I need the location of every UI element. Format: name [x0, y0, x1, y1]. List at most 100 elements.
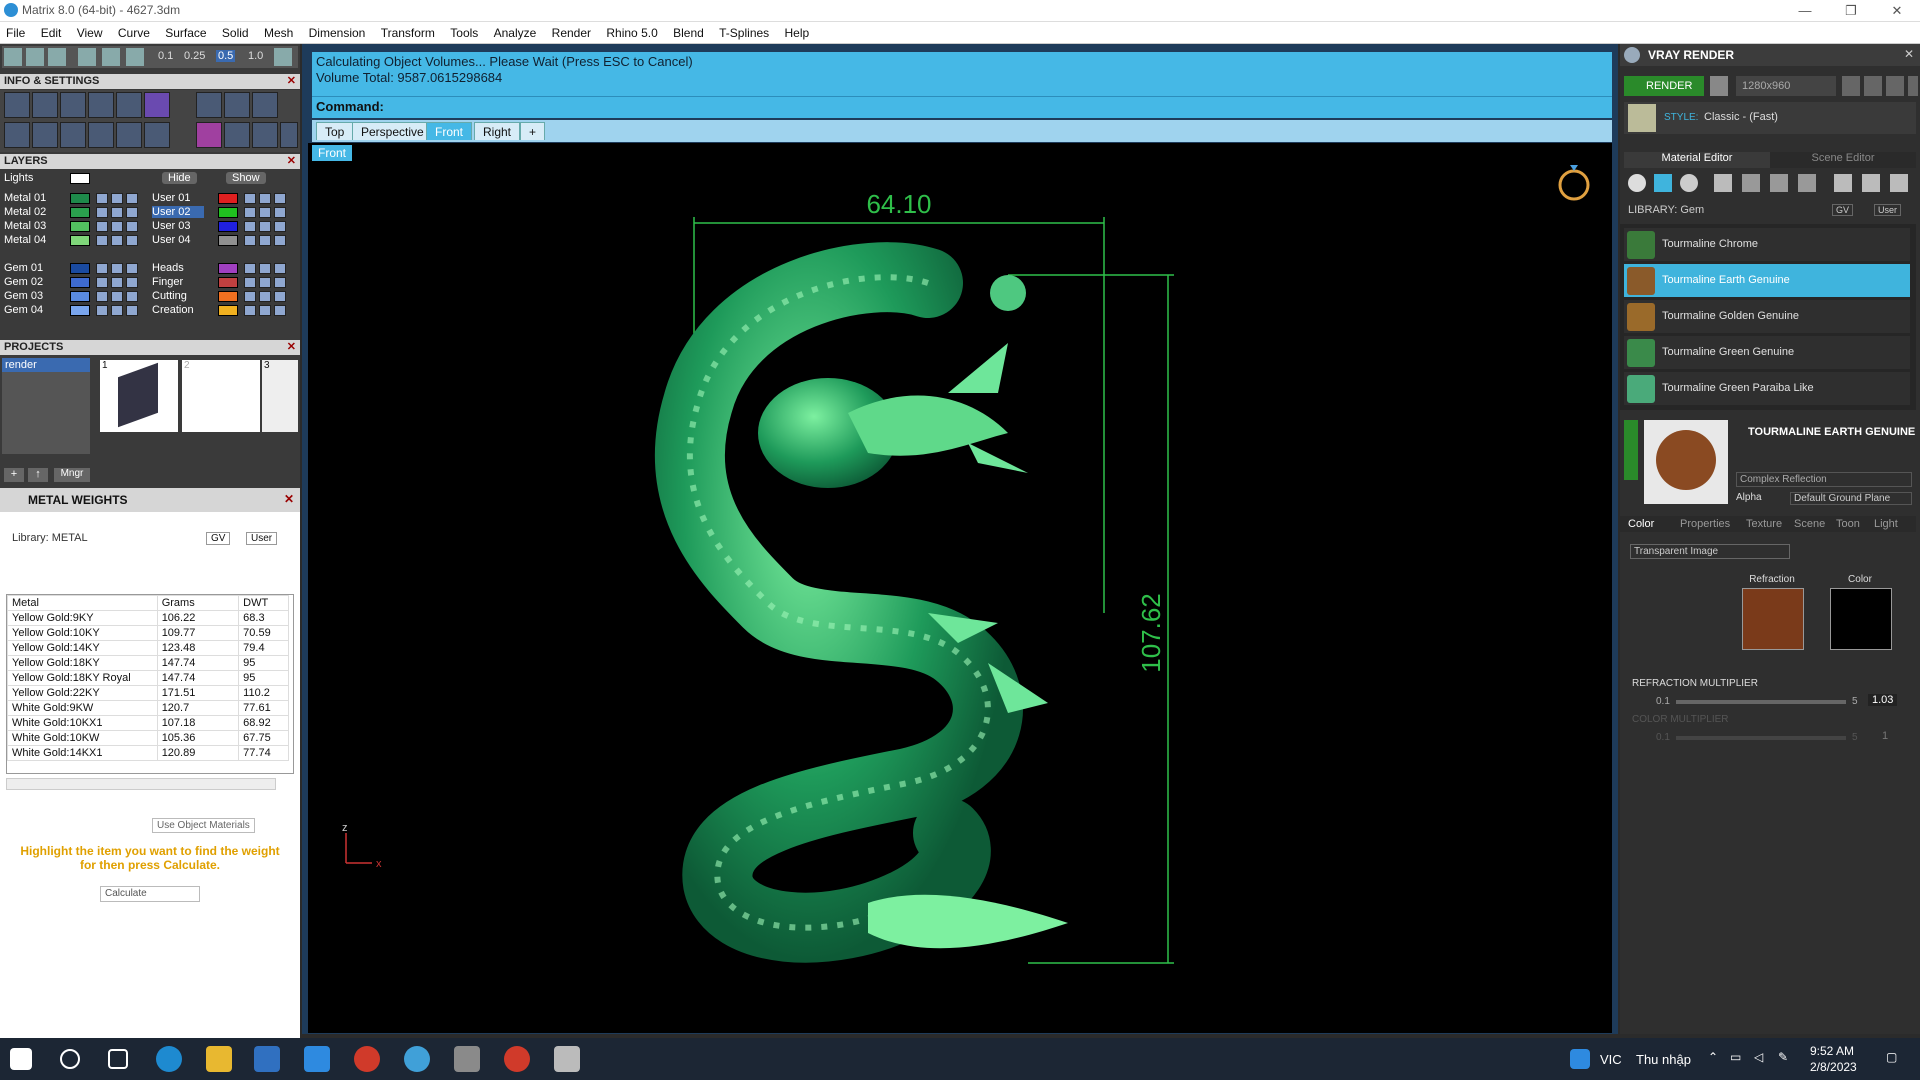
grid-texture-icon[interactable]: [1798, 174, 1816, 192]
clock-time[interactable]: 9:52 AM: [1810, 1044, 1854, 1058]
layer-color-swatch[interactable]: [218, 221, 238, 232]
pen-icon[interactable]: ✎: [1778, 1050, 1788, 1064]
layer-visibility-icon[interactable]: [111, 263, 123, 274]
table-row[interactable]: White Gold:9KW 120.7 77.61: [7, 700, 289, 716]
list-item[interactable]: Tourmaline Earth Genuine: [1624, 264, 1910, 297]
layer-row[interactable]: Gem 01: [4, 262, 56, 276]
leaf-icon[interactable]: [1834, 174, 1852, 192]
lights-swatch[interactable]: [70, 173, 90, 184]
list-item[interactable]: Tourmaline Golden Genuine: [1624, 300, 1910, 333]
style-select[interactable]: Classic - (Fast): [1704, 111, 1778, 123]
pattern-icon[interactable]: [1742, 174, 1760, 192]
project-item[interactable]: render: [2, 358, 90, 372]
layer-visibility-icon[interactable]: [259, 221, 271, 232]
close-icon[interactable]: ✕: [287, 154, 296, 169]
layer-lock-icon[interactable]: [96, 193, 108, 204]
close-button[interactable]: ✕: [1874, 0, 1920, 22]
layer-render-icon[interactable]: [274, 263, 286, 274]
col-metal[interactable]: Metal: [7, 595, 158, 611]
layer-lock-icon[interactable]: [96, 277, 108, 288]
sphere-icon[interactable]: [1680, 174, 1698, 192]
transparent-select[interactable]: Transparent Image: [1630, 544, 1790, 559]
clock-date[interactable]: 2/8/2023: [1810, 1060, 1857, 1074]
tab-scene-editor[interactable]: Scene Editor: [1770, 152, 1916, 168]
start-icon[interactable]: [10, 1048, 32, 1070]
project-thumb-2[interactable]: 2: [182, 360, 260, 432]
layer-lock-icon[interactable]: [96, 207, 108, 218]
layer-render-icon[interactable]: [126, 263, 138, 274]
layer-visibility-icon[interactable]: [259, 235, 271, 246]
projects-list[interactable]: render: [2, 358, 90, 454]
layer-visibility-icon[interactable]: [111, 291, 123, 302]
chrome-icon[interactable]: [354, 1046, 380, 1072]
layer-visibility-icon[interactable]: [111, 305, 123, 316]
light-icon[interactable]: [252, 122, 278, 148]
layer-lock-icon[interactable]: [96, 291, 108, 302]
layer-lock-icon[interactable]: [244, 235, 256, 246]
layer-render-icon[interactable]: [274, 193, 286, 204]
language-indicator[interactable]: VIC: [1600, 1052, 1622, 1067]
layer-render-icon[interactable]: [126, 291, 138, 302]
step-0-25[interactable]: 0.25: [184, 50, 205, 62]
pen-icon[interactable]: [48, 48, 66, 66]
table-row[interactable]: Yellow Gold:18KY Royal 147.74 95: [7, 670, 289, 686]
project-thumb-3[interactable]: 3: [262, 360, 298, 432]
layer-visibility-icon[interactable]: [259, 263, 271, 274]
file-explorer-icon[interactable]: [206, 1046, 232, 1072]
rhino-icon[interactable]: [454, 1046, 480, 1072]
gv-toggle[interactable]: GV: [206, 532, 231, 545]
close-icon[interactable]: ✕: [287, 340, 296, 355]
layer-lock-icon[interactable]: [96, 263, 108, 274]
box-icon[interactable]: [88, 122, 114, 148]
tab-color[interactable]: Color: [1628, 518, 1654, 530]
layer-row[interactable]: Metal 04: [4, 234, 56, 248]
volume-icon[interactable]: ◁: [1754, 1050, 1763, 1064]
layer-render-icon[interactable]: [274, 207, 286, 218]
layer-color-swatch[interactable]: [70, 305, 90, 316]
col-grams[interactable]: Grams: [156, 595, 240, 611]
viewport-front[interactable]: Front 64.10 107.62 z x: [308, 143, 1612, 1033]
command-input[interactable]: [388, 99, 1588, 115]
print-icon[interactable]: [224, 92, 250, 118]
layer-color-swatch[interactable]: [218, 277, 238, 288]
step-0-1[interactable]: 0.1: [158, 50, 173, 62]
app-window-icon[interactable]: [554, 1046, 580, 1072]
layer-visibility-icon[interactable]: [111, 221, 123, 232]
layer-row[interactable]: Cutting: [152, 290, 204, 304]
render-icon[interactable]: [196, 122, 222, 148]
tools-icon[interactable]: [224, 122, 250, 148]
hide-button[interactable]: Hide: [162, 172, 197, 184]
layout-icon[interactable]: [4, 122, 30, 148]
menu-edit[interactable]: Edit: [35, 22, 68, 44]
up-project-button[interactable]: ↑: [28, 468, 48, 482]
layer-render-icon[interactable]: [126, 207, 138, 218]
mail-icon[interactable]: [304, 1046, 330, 1072]
tray-chevron-icon[interactable]: ⌃: [1708, 1050, 1718, 1064]
layer-render-icon[interactable]: [274, 291, 286, 302]
metal-table-scrollbar[interactable]: [6, 778, 276, 790]
tab-scene[interactable]: Scene: [1794, 518, 1825, 530]
layer-row[interactable]: User 04: [152, 234, 204, 248]
drop-icon[interactable]: [1628, 174, 1646, 192]
layer-render-icon[interactable]: [126, 305, 138, 316]
tab-front[interactable]: Front: [426, 122, 473, 140]
layer-color-swatch[interactable]: [218, 305, 238, 316]
layer-lock-icon[interactable]: [244, 207, 256, 218]
table-row[interactable]: Yellow Gold:9KY 106.22 68.3: [7, 610, 289, 626]
layer-row[interactable]: User 01: [152, 192, 204, 206]
object-icon[interactable]: [60, 122, 86, 148]
layer-lock-icon[interactable]: [244, 221, 256, 232]
list-icon[interactable]: [1886, 76, 1904, 96]
layer-color-swatch[interactable]: [218, 263, 238, 274]
step-1-0[interactable]: 1.0: [248, 50, 263, 62]
menu-help[interactable]: Help: [779, 22, 816, 44]
cube-icon[interactable]: [144, 92, 170, 118]
reflection-select[interactable]: Complex Reflection: [1736, 472, 1912, 487]
chrome-profile-icon[interactable]: [504, 1046, 530, 1072]
settings-icon[interactable]: [4, 92, 30, 118]
layer-color-swatch[interactable]: [218, 193, 238, 204]
layer-visibility-icon[interactable]: [259, 193, 271, 204]
tab-properties[interactable]: Properties: [1680, 518, 1730, 530]
layer-lock-icon[interactable]: [96, 235, 108, 246]
minimize-button[interactable]: —: [1782, 0, 1828, 22]
